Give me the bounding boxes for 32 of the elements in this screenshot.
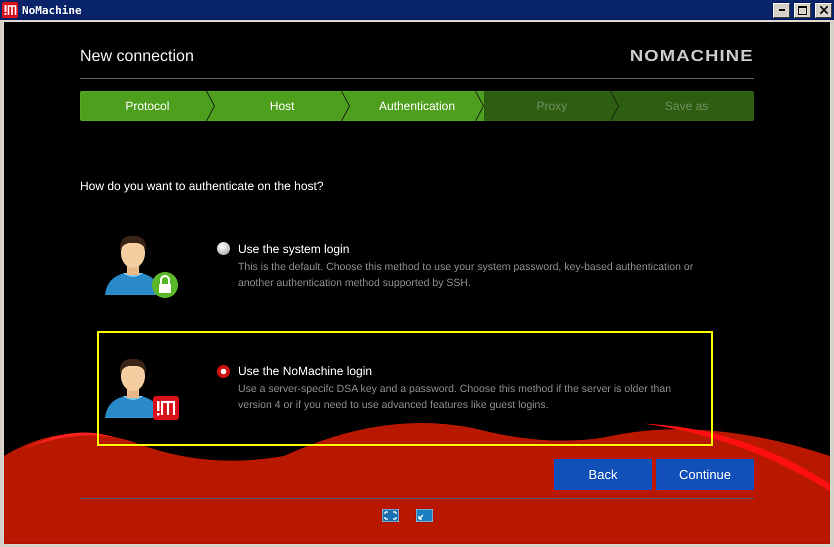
continue-button[interactable]: Continue: [656, 459, 754, 490]
close-icon: [820, 6, 828, 14]
maximize-button[interactable]: [794, 2, 811, 18]
radio-button[interactable]: [217, 364, 230, 378]
maximize-icon: [798, 6, 807, 14]
chevron-icon: [206, 91, 215, 121]
option-description: Use a server-specifc DSA key and a password. Choose this method if the server is older than version 4 or if you need to use advanced features like guest logins.: [237, 382, 672, 413]
login-option[interactable]: Use the system login This is the default. Choose this method to use your system password, key-based authentication or another authentication method supported by SSH.: [97, 229, 713, 303]
wizard-step: Proxy: [484, 91, 620, 121]
wizard-step: Protocol: [80, 91, 215, 121]
back-button[interactable]: Back: [554, 459, 652, 490]
option-title: Use the NoMachine login: [238, 364, 372, 378]
brand-logo: NOMACHINE: [630, 48, 754, 66]
shrink-icon[interactable]: [416, 509, 432, 522]
minimize-button[interactable]: [773, 2, 790, 18]
option-description: This is the default. Choose this method to use your system password, key-based authentication or another authentication method supported by SSH.: [237, 260, 694, 290]
chevron-icon: [610, 91, 620, 121]
login-option[interactable]: Use the NoMachine login Use a server-specifc DSA key and a password. Choose this method if the server is older than version 4 or if you need to use advanced features like guest logins.: [97, 331, 713, 446]
page-title: New connection: [80, 48, 194, 66]
minimize-icon: [778, 9, 784, 11]
chevron-icon: [340, 91, 350, 121]
window-title: NoMachine: [22, 4, 83, 16]
radio-button[interactable]: [217, 242, 230, 255]
wizard-step: Host: [214, 91, 350, 121]
close-button[interactable]: [815, 2, 832, 18]
chevron-icon: [475, 91, 484, 121]
wizard-step: Save as: [619, 91, 754, 121]
app-logo-icon: [2, 2, 18, 18]
option-title: Use the system login: [238, 242, 350, 256]
wizard-step: Authentication: [350, 91, 484, 121]
question-text: How do you want to authenticate on the host?: [80, 179, 324, 193]
fullscreen-icon[interactable]: [382, 509, 398, 522]
